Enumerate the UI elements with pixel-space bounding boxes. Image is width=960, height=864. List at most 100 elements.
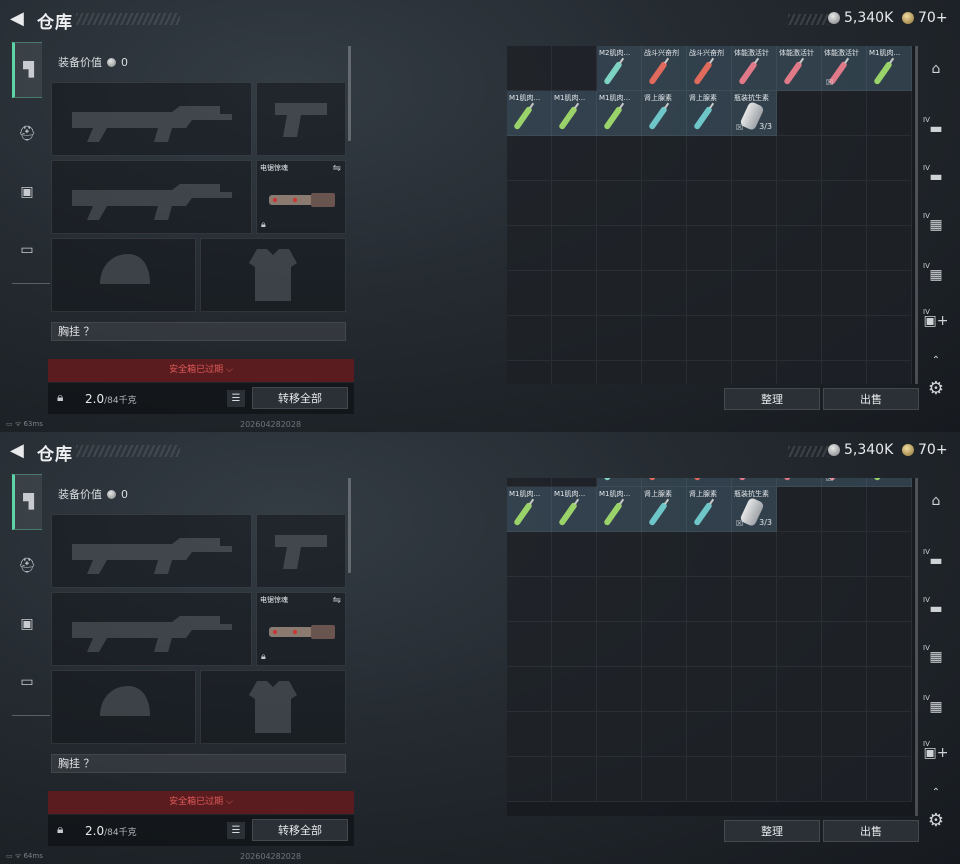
melee-slot[interactable]: 电锯惊魂 ⇋ 🔒︎ — [256, 592, 346, 666]
grid-cell[interactable] — [732, 532, 777, 577]
grid-cell[interactable] — [507, 361, 552, 384]
inventory-item[interactable]: 瓶装抗生素 ☒ 3/3 — [732, 91, 777, 136]
grid-cell[interactable] — [822, 91, 867, 136]
grid-cell[interactable] — [687, 532, 732, 577]
grid-cell[interactable] — [867, 667, 912, 712]
primary-weapon-slot[interactable] — [51, 514, 252, 588]
inventory-item[interactable]: M1肌肉... — [867, 478, 912, 487]
inventory-item[interactable]: 战斗兴奋剂 — [642, 46, 687, 91]
inventory-item[interactable]: 体能激活针 — [732, 46, 777, 91]
add-case-icon[interactable]: ▣+ IV — [923, 740, 949, 766]
grid-cell[interactable] — [642, 532, 687, 577]
grid-cell[interactable] — [867, 757, 912, 802]
grid-cell[interactable] — [552, 181, 597, 226]
grid-cell[interactable] — [507, 757, 552, 802]
grid-cell[interactable] — [642, 712, 687, 757]
grid-cell[interactable] — [597, 271, 642, 316]
backpack-icon[interactable]: ⌂ — [923, 488, 949, 514]
chevron-up-icon[interactable]: ⌃ — [923, 780, 949, 806]
gold-currency[interactable]: 70+ — [902, 442, 948, 458]
grid-cell[interactable] — [507, 181, 552, 226]
grid-cell[interactable] — [867, 271, 912, 316]
grid-cell[interactable] — [597, 712, 642, 757]
grid-cell[interactable] — [687, 181, 732, 226]
silver-currency[interactable]: 5,340K — [828, 10, 893, 26]
pistol-icon[interactable]: ▜ — [12, 42, 42, 98]
backpack-icon[interactable]: ⌂ — [923, 56, 949, 82]
grid-cell[interactable] — [552, 478, 597, 487]
inventory-item[interactable]: 体能激活针☒ — [822, 478, 867, 487]
list-view-icon[interactable]: ☰ — [227, 390, 245, 407]
pistol-icon[interactable]: ▜ — [12, 474, 42, 530]
grid-cell[interactable] — [822, 532, 867, 577]
grid-cell[interactable] — [552, 46, 597, 91]
grid-cell[interactable] — [822, 622, 867, 667]
grid-cell[interactable] — [822, 667, 867, 712]
grid-cell[interactable] — [552, 226, 597, 271]
helmet-slot[interactable] — [51, 238, 196, 312]
inventory-item[interactable]: 战斗兴奋剂 — [642, 478, 687, 487]
grid-cell[interactable] — [507, 622, 552, 667]
grid-cell[interactable] — [552, 757, 597, 802]
grid-cell[interactable] — [822, 181, 867, 226]
grid-cell[interactable] — [777, 361, 822, 384]
grid-cell[interactable] — [552, 361, 597, 384]
transfer-all-button[interactable]: 转移全部 — [252, 819, 348, 841]
grid-cell[interactable] — [552, 667, 597, 712]
grid-cell[interactable] — [507, 46, 552, 91]
grid-cell[interactable] — [867, 226, 912, 271]
case-iv-4-icon[interactable]: ▦ IV — [923, 694, 949, 720]
grid-cell[interactable] — [777, 757, 822, 802]
grid-cell[interactable] — [642, 622, 687, 667]
secondary-weapon-slot[interactable] — [51, 592, 252, 666]
silver-currency[interactable]: 5,340K — [828, 442, 893, 458]
grid-cell[interactable] — [822, 361, 867, 384]
grid-cell[interactable] — [822, 226, 867, 271]
grid-cell[interactable] — [777, 271, 822, 316]
transfer-all-button[interactable]: 转移全部 — [252, 387, 348, 409]
grid-cell[interactable] — [867, 361, 912, 384]
inventory-item[interactable]: M1肌肉... — [867, 46, 912, 91]
grid-cell[interactable] — [867, 316, 912, 361]
secondary-weapon-slot[interactable] — [51, 160, 252, 234]
grid-cell[interactable] — [867, 712, 912, 757]
gold-currency[interactable]: 70+ — [902, 10, 948, 26]
inventory-item[interactable]: M1肌肉... — [597, 487, 642, 532]
inventory-item[interactable]: M2肌肉... — [597, 46, 642, 91]
grid-cell[interactable] — [687, 757, 732, 802]
grid-cell[interactable] — [867, 181, 912, 226]
grid-cell[interactable] — [732, 316, 777, 361]
grid-cell[interactable] — [867, 91, 912, 136]
grid-cell[interactable] — [642, 577, 687, 622]
swap-icon[interactable]: ⇋ — [333, 163, 341, 174]
grid-cell[interactable] — [507, 532, 552, 577]
grid-cell[interactable] — [687, 316, 732, 361]
grid-cell[interactable] — [822, 271, 867, 316]
primary-weapon-slot[interactable] — [51, 82, 252, 156]
grid-cell[interactable] — [597, 622, 642, 667]
grid-cell[interactable] — [597, 181, 642, 226]
grid-cell[interactable] — [507, 136, 552, 181]
grid-cell[interactable] — [552, 136, 597, 181]
grid-cell[interactable] — [777, 667, 822, 712]
grid-cell[interactable] — [507, 478, 552, 487]
grid-cell[interactable] — [552, 622, 597, 667]
grid-cell[interactable] — [867, 577, 912, 622]
inventory-item[interactable]: 瓶装抗生素 ☒ 3/3 — [732, 487, 777, 532]
case-iv-3-icon[interactable]: ▦ IV — [923, 644, 949, 670]
grid-cell[interactable] — [687, 667, 732, 712]
grid-cell[interactable] — [732, 712, 777, 757]
grid-cell[interactable] — [777, 712, 822, 757]
inventory-item[interactable]: M1肌肉... — [552, 91, 597, 136]
grid-cell[interactable] — [732, 667, 777, 712]
grid-cell[interactable] — [867, 487, 912, 532]
grid-cell[interactable] — [552, 532, 597, 577]
grid-cell[interactable] — [732, 622, 777, 667]
inventory-item[interactable]: 肾上腺素 — [642, 487, 687, 532]
grid-cell[interactable] — [687, 361, 732, 384]
grid-cell[interactable] — [777, 226, 822, 271]
swap-icon[interactable]: ⇋ — [333, 595, 341, 606]
equipment-scrollbar[interactable] — [348, 478, 351, 573]
inventory-item[interactable]: 战斗兴奋剂 — [687, 46, 732, 91]
grid-cell[interactable] — [732, 361, 777, 384]
